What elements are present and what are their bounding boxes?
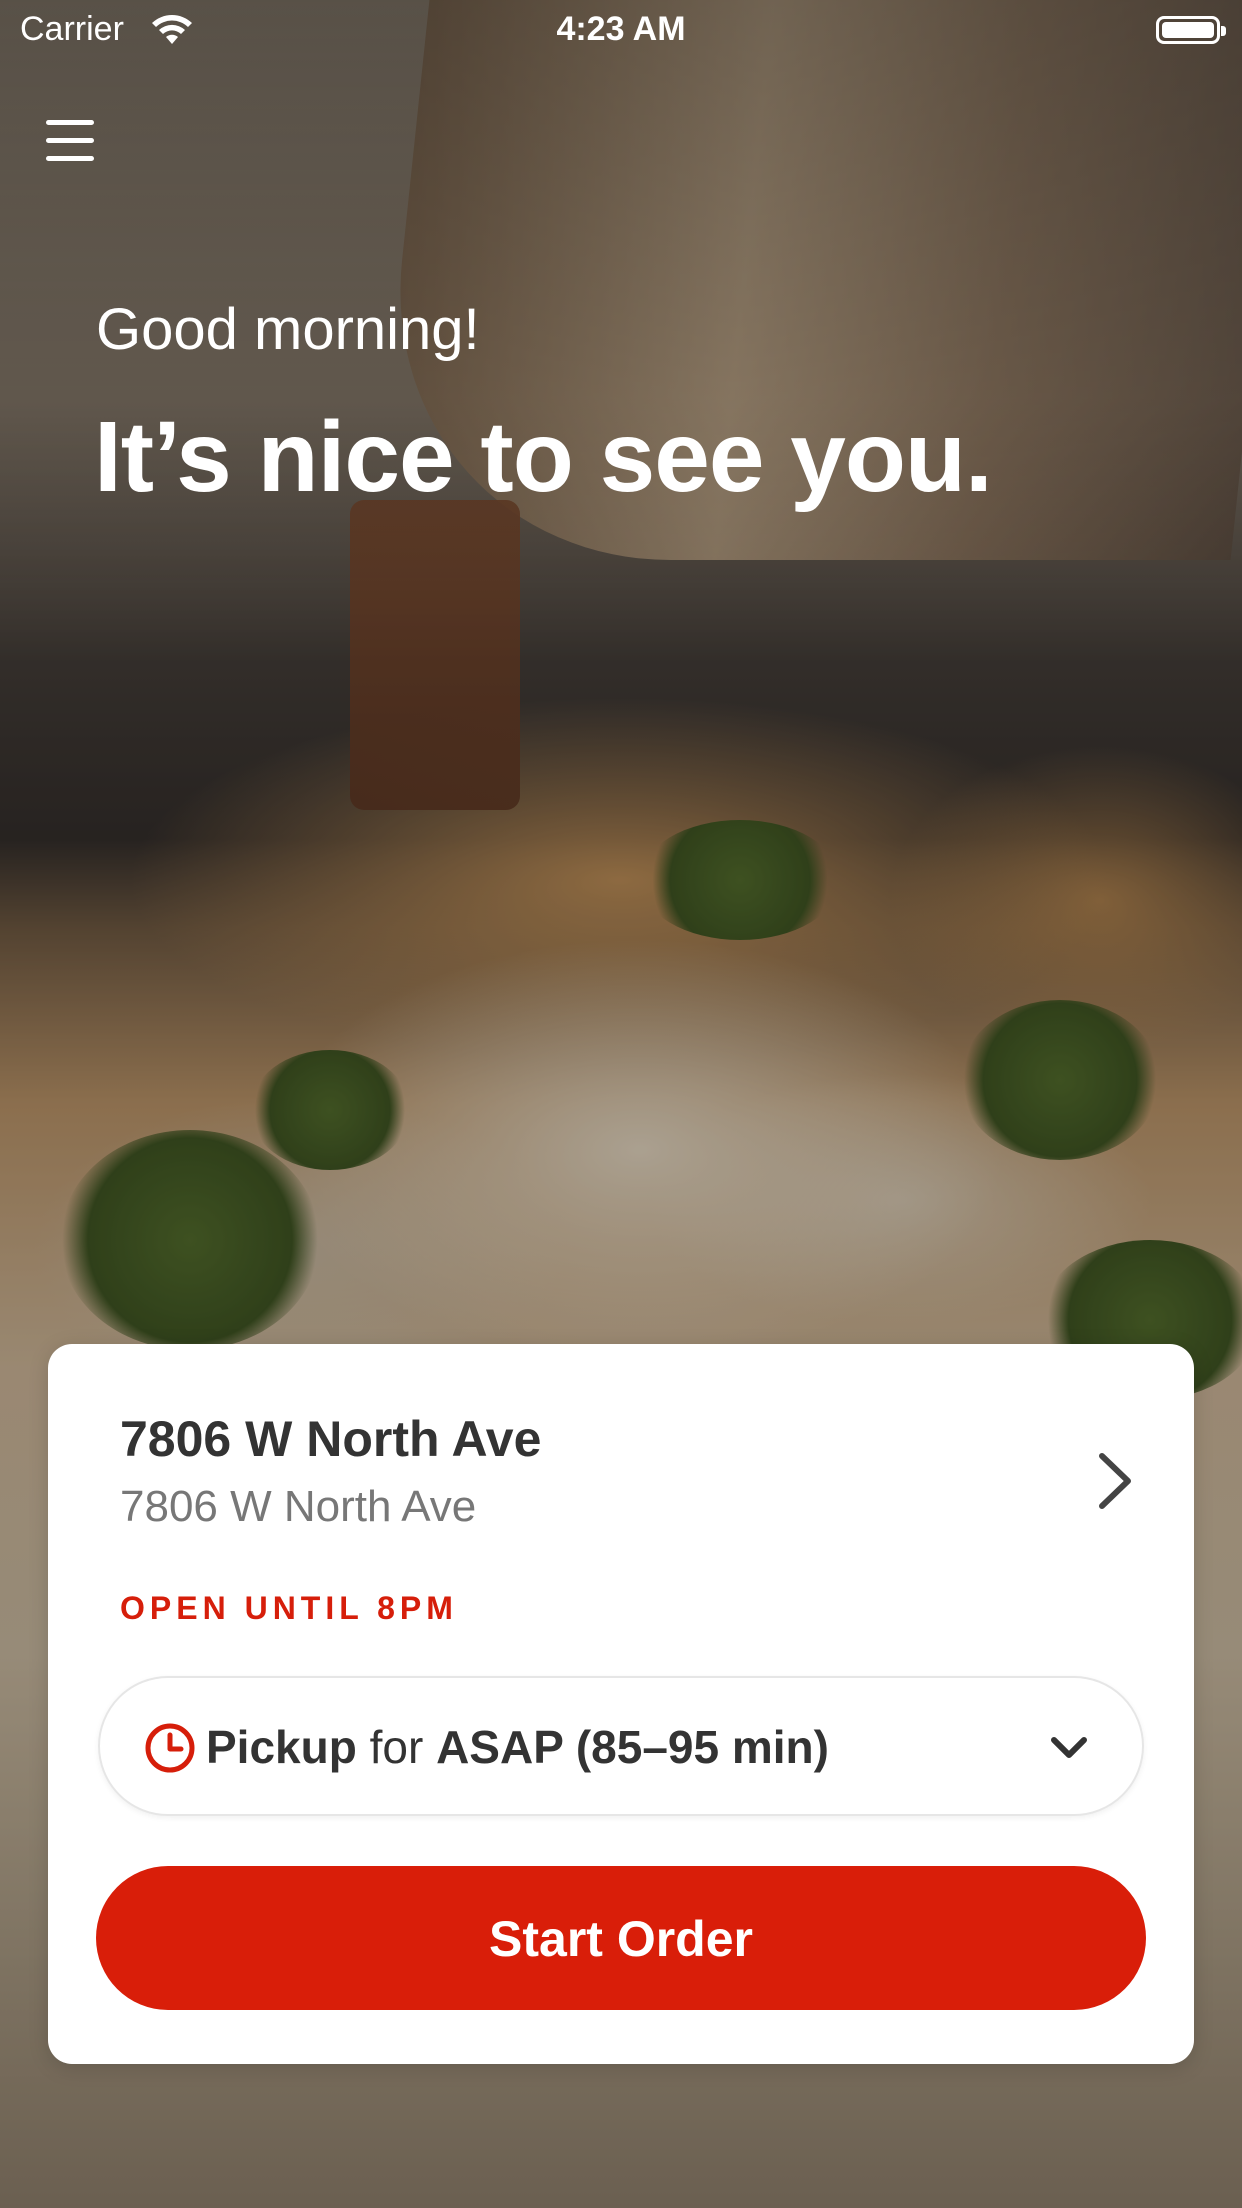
start-order-button[interactable]: Start Order bbox=[96, 1866, 1146, 2010]
store-name[interactable]: 7806 W North Ave bbox=[120, 1410, 541, 1468]
chevron-down-icon bbox=[1051, 1737, 1087, 1758]
order-method: Pickup bbox=[206, 1721, 357, 1773]
open-status-label: OPEN UNTIL 8PM bbox=[120, 1590, 458, 1626]
order-connector: for bbox=[369, 1721, 424, 1773]
welcome-headline: It’s nice to see you. bbox=[94, 401, 993, 513]
store-address: 7806 W North Ave bbox=[120, 1482, 477, 1531]
battery-icon bbox=[1156, 16, 1226, 44]
hamburger-menu-icon[interactable] bbox=[46, 118, 98, 164]
chevron-right-icon[interactable] bbox=[1078, 1446, 1148, 1516]
order-mode-selector[interactable]: Pickup for ASAP (85–95 min) bbox=[98, 1676, 1144, 1816]
greeting-text: Good morning! bbox=[96, 297, 480, 362]
clock-icon bbox=[145, 1723, 195, 1773]
clock-time: 4:23 AM bbox=[556, 10, 686, 48]
store-card: 7806 W North Ave 7806 W North Ave OPEN U… bbox=[48, 1344, 1194, 2064]
status-bar: Carrier 4:23 AM bbox=[0, 0, 1242, 60]
order-mode-text: Pickup for ASAP (85–95 min) bbox=[206, 1720, 829, 1774]
order-time: ASAP (85–95 min) bbox=[436, 1721, 829, 1773]
